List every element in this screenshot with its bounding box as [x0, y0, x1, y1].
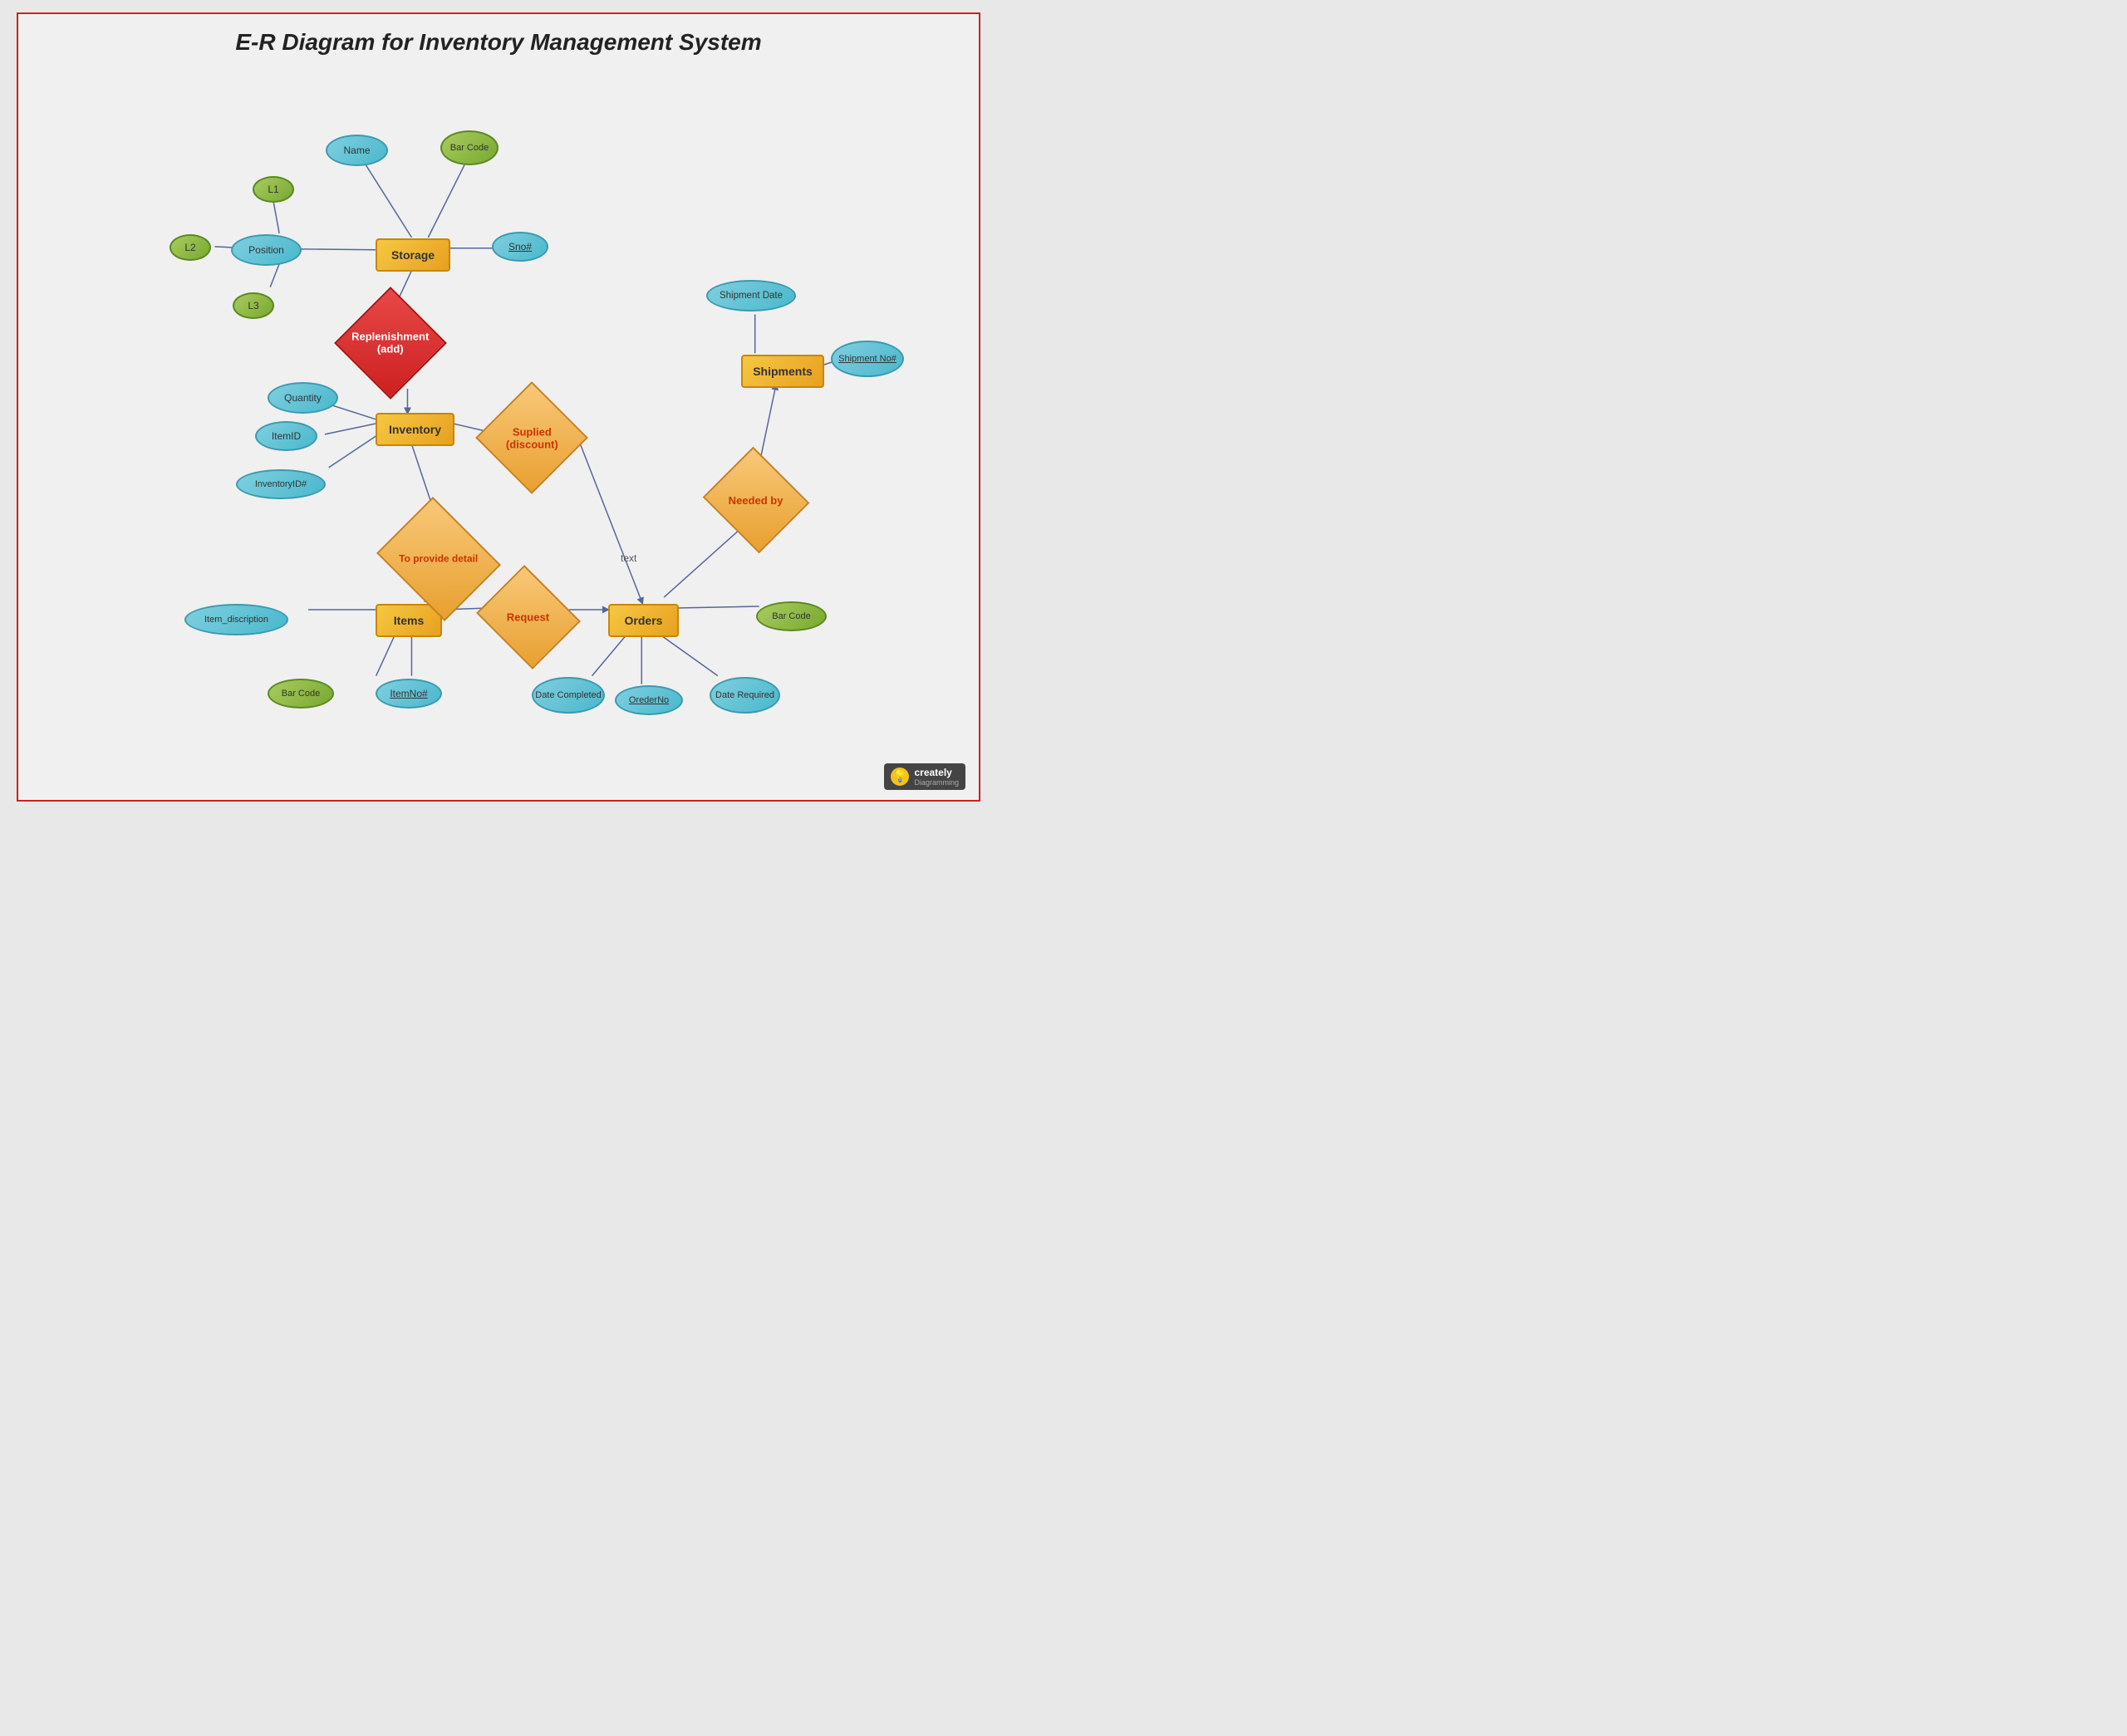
entity-shipments: Shipments — [741, 355, 824, 388]
relationship-neededby: Needed by — [703, 447, 810, 554]
diagram-container: E-R Diagram for Inventory Management Sys… — [17, 12, 980, 802]
relationship-supplied: Suplied(discount) — [475, 381, 588, 494]
relationship-toprovide: To provide detail — [376, 497, 501, 621]
attr-position: Position — [231, 234, 302, 266]
attr-name: Name — [326, 135, 388, 166]
attr-datecompleted: Date Completed — [532, 677, 605, 714]
attr-inventoryid: InventoryID# — [236, 469, 326, 499]
attr-orderno: OrederNo — [615, 685, 683, 715]
relationship-replenishment: Replenishment(add) — [334, 287, 447, 400]
attr-shipdate: Shipment Date — [706, 280, 796, 311]
attr-barcode1: Bar Code — [440, 130, 499, 165]
entity-inventory: Inventory — [376, 413, 454, 446]
watermark-brand: creately — [914, 767, 959, 778]
attr-quantity: Quantity — [268, 382, 338, 414]
diagram-title: E-R Diagram for Inventory Management Sys… — [18, 14, 979, 64]
attr-shipno: Shipment No# — [831, 341, 904, 377]
text-label: text — [621, 552, 636, 564]
connections-svg — [18, 14, 979, 800]
attr-l3: L3 — [233, 292, 274, 319]
attr-l2: L2 — [169, 234, 211, 261]
attr-sno: Sno# — [492, 232, 548, 262]
attr-itemno: ItemNo# — [376, 679, 442, 709]
attr-barcode2: Bar Code — [268, 679, 334, 709]
attr-barcode3: Bar Code — [756, 601, 827, 631]
attr-itemid: ItemID — [255, 421, 317, 451]
entity-orders: Orders — [608, 604, 679, 637]
watermark-bulb-icon: 💡 — [891, 767, 909, 786]
watermark: 💡 creately Diagramming — [884, 763, 965, 790]
entity-storage: Storage — [376, 238, 450, 272]
attr-l1: L1 — [253, 176, 294, 203]
watermark-sub: Diagramming — [914, 778, 959, 787]
attr-item-desc: Item_discription — [184, 604, 288, 635]
relationship-request: Request — [476, 565, 581, 669]
attr-daterequired: Date Required — [710, 677, 780, 714]
